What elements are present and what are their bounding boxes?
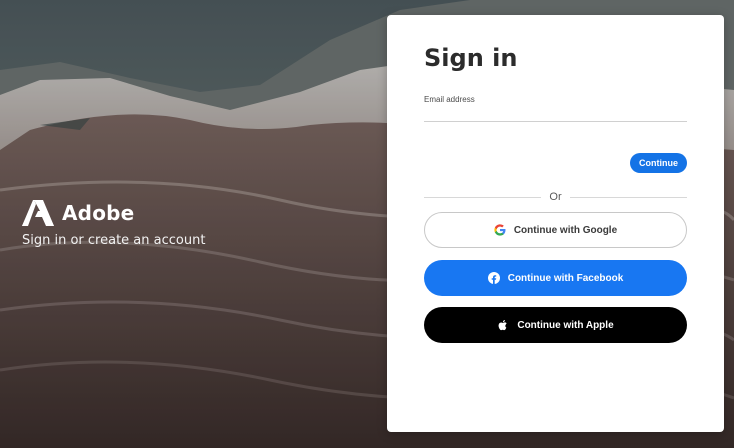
divider-line-right (569, 196, 688, 198)
email-field[interactable] (424, 105, 687, 122)
divider-line-left (424, 196, 542, 198)
facebook-signin-button[interactable]: Continue with Facebook (424, 260, 687, 296)
facebook-signin-label: Continue with Facebook (507, 272, 624, 284)
sign-in-card: Sign in Email address Continue Or Contin… (387, 15, 724, 432)
adobe-logo-icon (22, 200, 54, 226)
brand-block: Adobe Sign in or create an account (22, 200, 205, 248)
or-divider: Or (424, 191, 688, 203)
facebook-icon (487, 272, 500, 284)
page-title: Sign in (424, 44, 518, 72)
google-signin-label: Continue with Google (513, 224, 618, 236)
continue-button[interactable]: Continue (630, 153, 687, 173)
apple-icon (497, 319, 509, 331)
brand-name: Adobe (62, 201, 135, 225)
brand-tagline: Sign in or create an account (22, 233, 206, 248)
apple-signin-button[interactable]: Continue with Apple (424, 307, 687, 343)
email-label: Email address (424, 95, 475, 104)
divider-text: Or (549, 191, 562, 203)
brand-row: Adobe (22, 200, 205, 226)
sign-in-page: Adobe Sign in or create an account Sign … (0, 0, 734, 448)
apple-signin-label: Continue with Apple (517, 319, 614, 331)
google-signin-button[interactable]: Continue with Google (424, 212, 687, 248)
google-icon (494, 224, 506, 236)
